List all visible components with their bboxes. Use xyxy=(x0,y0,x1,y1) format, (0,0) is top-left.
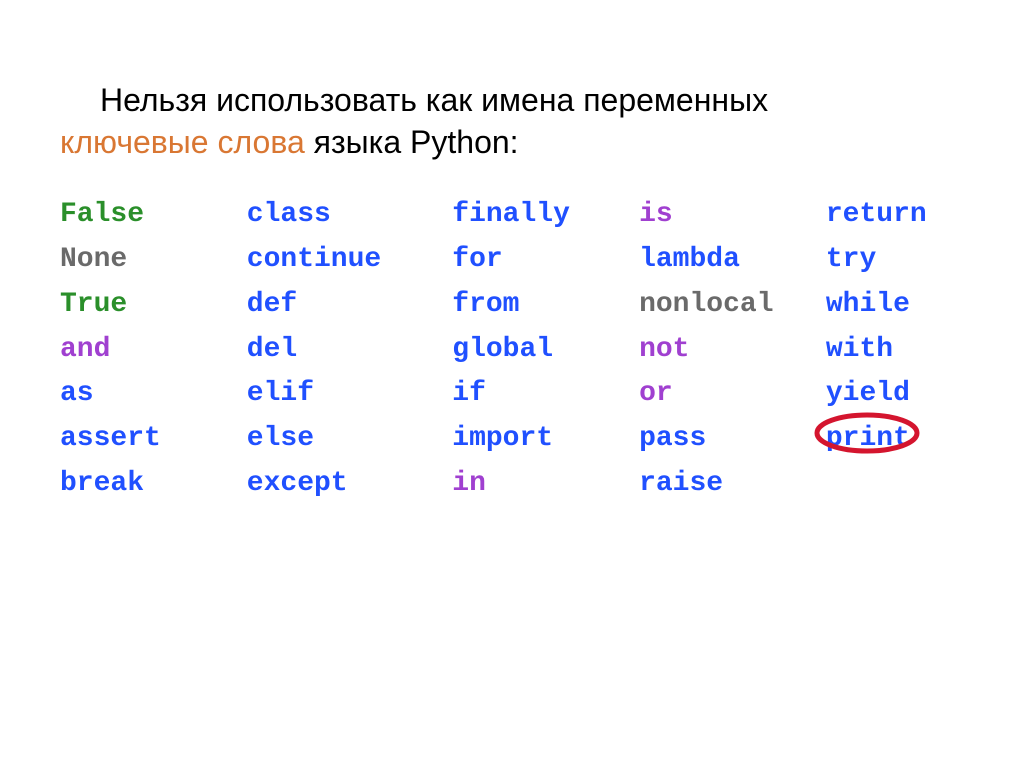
keyword-continue: continue xyxy=(247,238,452,283)
keyword-for: for xyxy=(452,238,639,283)
keyword-while: while xyxy=(826,283,994,328)
keyword-import: import xyxy=(452,417,639,462)
keyword-print: print xyxy=(826,423,910,454)
keyword-elif: elif xyxy=(247,372,452,417)
keyword-else: else xyxy=(247,417,452,462)
keyword-or: or xyxy=(639,372,826,417)
keyword-raise: raise xyxy=(639,462,826,507)
keyword-del: del xyxy=(247,328,452,373)
keyword-from: from xyxy=(452,283,639,328)
keyword-column: FalseNoneTrueandasassertbreak xyxy=(60,193,247,507)
heading-text: Нельзя использовать как имена переменных… xyxy=(0,0,1024,193)
keyword-column: finallyforfromglobalifimportin xyxy=(452,193,639,507)
keyword-column: islambdanonlocalnotorpassraise xyxy=(639,193,826,507)
keyword-pass: pass xyxy=(639,417,826,462)
keyword-def: def xyxy=(247,283,452,328)
keyword-with: with xyxy=(826,328,994,373)
keywords-grid: FalseNoneTrueandasassertbreakclasscontin… xyxy=(0,193,1024,507)
keyword-class: class xyxy=(247,193,452,238)
keyword-yield: yield xyxy=(826,372,994,417)
keyword-not: not xyxy=(639,328,826,373)
keyword-nonlocal: nonlocal xyxy=(639,283,826,328)
keyword-column: classcontinuedefdelelifelseexcept xyxy=(247,193,452,507)
keyword-finally: finally xyxy=(452,193,639,238)
keyword-and: and xyxy=(60,328,247,373)
keyword-in: in xyxy=(452,462,639,507)
keyword-lambda: lambda xyxy=(639,238,826,283)
keyword-try: try xyxy=(826,238,994,283)
keyword-column: returntrywhilewithyield print xyxy=(826,193,994,507)
heading-part3: языка Python: xyxy=(305,124,519,160)
heading-orange: ключевые слова xyxy=(60,124,305,160)
keyword-false: False xyxy=(60,193,247,238)
keyword-none: None xyxy=(60,238,247,283)
keyword-as: as xyxy=(60,372,247,417)
keyword-is: is xyxy=(639,193,826,238)
keyword-true: True xyxy=(60,283,247,328)
keyword-global: global xyxy=(452,328,639,373)
keyword-if: if xyxy=(452,372,639,417)
keyword-except: except xyxy=(247,462,452,507)
keyword-return: return xyxy=(826,193,994,238)
keyword-assert: assert xyxy=(60,417,247,462)
heading-part1: Нельзя использовать как имена переменных xyxy=(100,82,768,118)
keyword-break: break xyxy=(60,462,247,507)
